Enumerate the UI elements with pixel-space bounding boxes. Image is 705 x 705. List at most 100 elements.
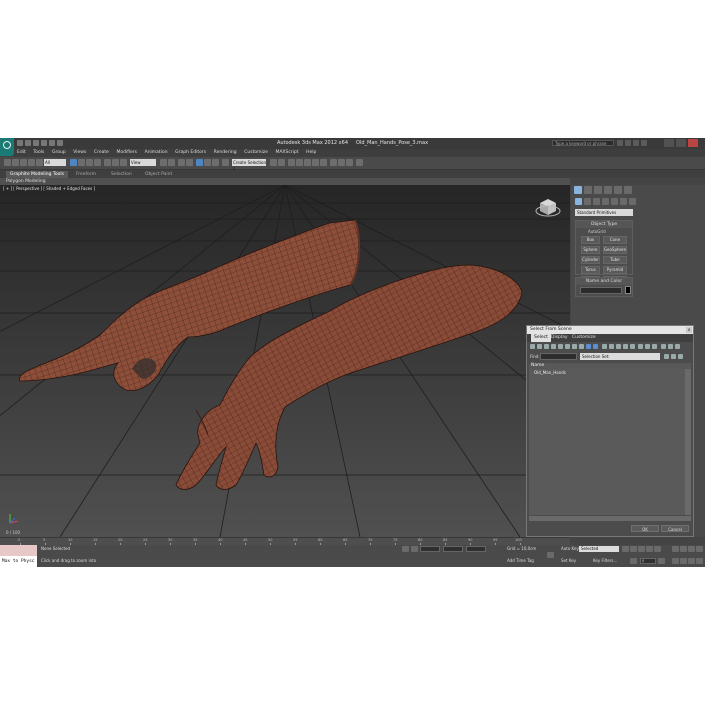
cameras-icon[interactable] <box>602 198 609 205</box>
list-vertical-scrollbar[interactable] <box>685 369 691 515</box>
unlink-icon[interactable] <box>28 159 35 166</box>
z-coordinate-field[interactable] <box>466 546 486 552</box>
auto-key-selection-dropdown[interactable]: Selected <box>579 546 619 552</box>
rendered-frame-window-icon[interactable] <box>338 159 345 166</box>
menu-animation[interactable]: Animation <box>145 149 168 157</box>
next-frame-icon[interactable] <box>646 546 653 552</box>
search-input[interactable]: Type a keyword or phrase <box>552 140 614 146</box>
display-xrefs-icon[interactable] <box>579 344 584 349</box>
select-all-icon[interactable] <box>638 344 643 349</box>
binoculars-icon[interactable] <box>617 140 623 146</box>
close-window-button[interactable] <box>688 139 698 147</box>
display-groups-icon[interactable] <box>572 344 577 349</box>
polygon-modeling-panel[interactable]: Polygon Modeling <box>0 178 570 185</box>
named-selection-set-dropdown[interactable]: Create Selection S <box>232 159 266 172</box>
menu-customize[interactable]: Customize <box>244 149 268 157</box>
name-and-color-header[interactable]: Name and Color <box>576 278 632 285</box>
zoom-extents-all-icon[interactable] <box>696 546 703 552</box>
menu-tools[interactable]: Tools <box>33 149 44 157</box>
maxscript-listener-output[interactable] <box>0 545 37 556</box>
dialog-menu-display[interactable]: Display <box>551 334 568 342</box>
menu-maxscript[interactable]: MAXScript <box>275 149 298 157</box>
primitive-category-dropdown[interactable]: Standard Primitives <box>575 209 633 216</box>
display-lights-icon[interactable] <box>544 344 549 349</box>
menu-views[interactable]: Views <box>73 149 86 157</box>
tab-graphite-modeling-tools[interactable]: Graphite Modeling Tools <box>6 171 69 178</box>
display-containers-icon[interactable] <box>593 344 598 349</box>
menu-group[interactable]: Group <box>52 149 66 157</box>
mirror-icon[interactable] <box>270 159 277 166</box>
perspective-viewport[interactable]: [ + ] [ Perspective ] [ Shaded + Edged F… <box>0 185 570 537</box>
select-none-icon[interactable] <box>645 344 650 349</box>
dialog-close-button[interactable]: x <box>686 327 692 333</box>
orbit-icon[interactable] <box>688 558 695 564</box>
key-mode-toggle-icon[interactable] <box>630 558 637 564</box>
scale-icon[interactable] <box>120 159 127 166</box>
edit-named-selection-icon[interactable] <box>222 159 229 166</box>
schematic-view-icon[interactable] <box>312 159 319 166</box>
viewport-canvas[interactable] <box>0 185 570 537</box>
menu-help[interactable]: Help <box>306 149 316 157</box>
viewport-label[interactable]: [ + ] [ Perspective ] [ Shaded + Edged F… <box>3 186 95 191</box>
help-icon[interactable] <box>641 140 647 146</box>
display-cameras-icon[interactable] <box>551 344 556 349</box>
undo-toolbar-icon[interactable] <box>4 159 11 166</box>
list-horizontal-scrollbar[interactable] <box>529 516 691 521</box>
maximize-button[interactable] <box>676 139 686 147</box>
select-object-icon[interactable] <box>70 159 77 166</box>
pivot-center-icon[interactable] <box>160 159 167 166</box>
sort-icon[interactable] <box>668 344 673 349</box>
timeline-track[interactable]: 0 5 10 15 20 25 30 35 40 45 50 55 60 65 … <box>0 537 570 545</box>
play-icon[interactable] <box>638 546 645 552</box>
list-item[interactable]: Old_Man_Hands <box>529 369 685 375</box>
cone-button[interactable]: Cone <box>602 236 627 244</box>
x-coordinate-field[interactable] <box>420 546 440 552</box>
selection-set-remove-icon[interactable] <box>671 354 676 359</box>
tube-button[interactable]: Tube <box>602 256 627 264</box>
display-shapes-icon[interactable] <box>537 344 542 349</box>
select-by-name-icon[interactable] <box>78 159 85 166</box>
render-production-icon[interactable] <box>346 159 353 166</box>
utilities-tab-icon[interactable] <box>624 186 632 194</box>
reference-coordinate-dropdown[interactable]: View <box>130 159 156 166</box>
lock-selection-icon[interactable] <box>402 546 409 552</box>
find-case-icon[interactable] <box>675 344 680 349</box>
cylinder-button[interactable]: Cylinder <box>581 256 600 264</box>
material-editor-icon[interactable] <box>320 159 327 166</box>
set-key-button[interactable]: Set Key <box>561 558 576 563</box>
cancel-button[interactable]: Cancel <box>661 525 689 532</box>
minimize-button[interactable] <box>664 139 674 147</box>
time-configuration-icon[interactable] <box>658 558 665 564</box>
auto-key-button[interactable]: Auto Key <box>561 546 579 551</box>
object-type-header[interactable]: Object Type <box>576 221 632 228</box>
rectangle-selection-icon[interactable] <box>86 159 93 166</box>
manipulate-icon[interactable] <box>168 159 175 166</box>
display-all-icon[interactable] <box>616 344 621 349</box>
pan-view-icon[interactable] <box>680 558 687 564</box>
zoom-icon[interactable] <box>672 546 679 552</box>
current-frame-field[interactable]: 0 <box>640 558 656 564</box>
render-setup-icon[interactable] <box>330 159 337 166</box>
create-tab-icon[interactable] <box>574 186 582 194</box>
graphite-toggle-icon[interactable] <box>296 159 303 166</box>
absolute-mode-icon[interactable] <box>411 546 418 552</box>
rotate-icon[interactable] <box>112 159 119 166</box>
display-invert-icon[interactable] <box>630 344 635 349</box>
filter-icon[interactable] <box>661 344 666 349</box>
star-icon[interactable] <box>633 140 639 146</box>
go-to-end-icon[interactable] <box>654 546 661 552</box>
y-coordinate-field[interactable] <box>443 546 463 552</box>
menu-rendering[interactable]: Rendering <box>214 149 237 157</box>
align-icon[interactable] <box>278 159 285 166</box>
snaps-toggle-icon[interactable] <box>186 159 193 166</box>
key-icon[interactable] <box>547 552 554 558</box>
ok-button[interactable]: OK <box>631 525 659 532</box>
angle-snap-icon[interactable] <box>196 159 203 166</box>
teapot-render-icon[interactable] <box>356 159 363 166</box>
modify-tab-icon[interactable] <box>584 186 592 194</box>
maximize-viewport-icon[interactable] <box>696 558 703 564</box>
layer-manager-icon[interactable] <box>288 159 295 166</box>
menu-create[interactable]: Create <box>94 149 109 157</box>
previous-frame-icon[interactable] <box>630 546 637 552</box>
zoom-all-icon[interactable] <box>680 546 687 552</box>
